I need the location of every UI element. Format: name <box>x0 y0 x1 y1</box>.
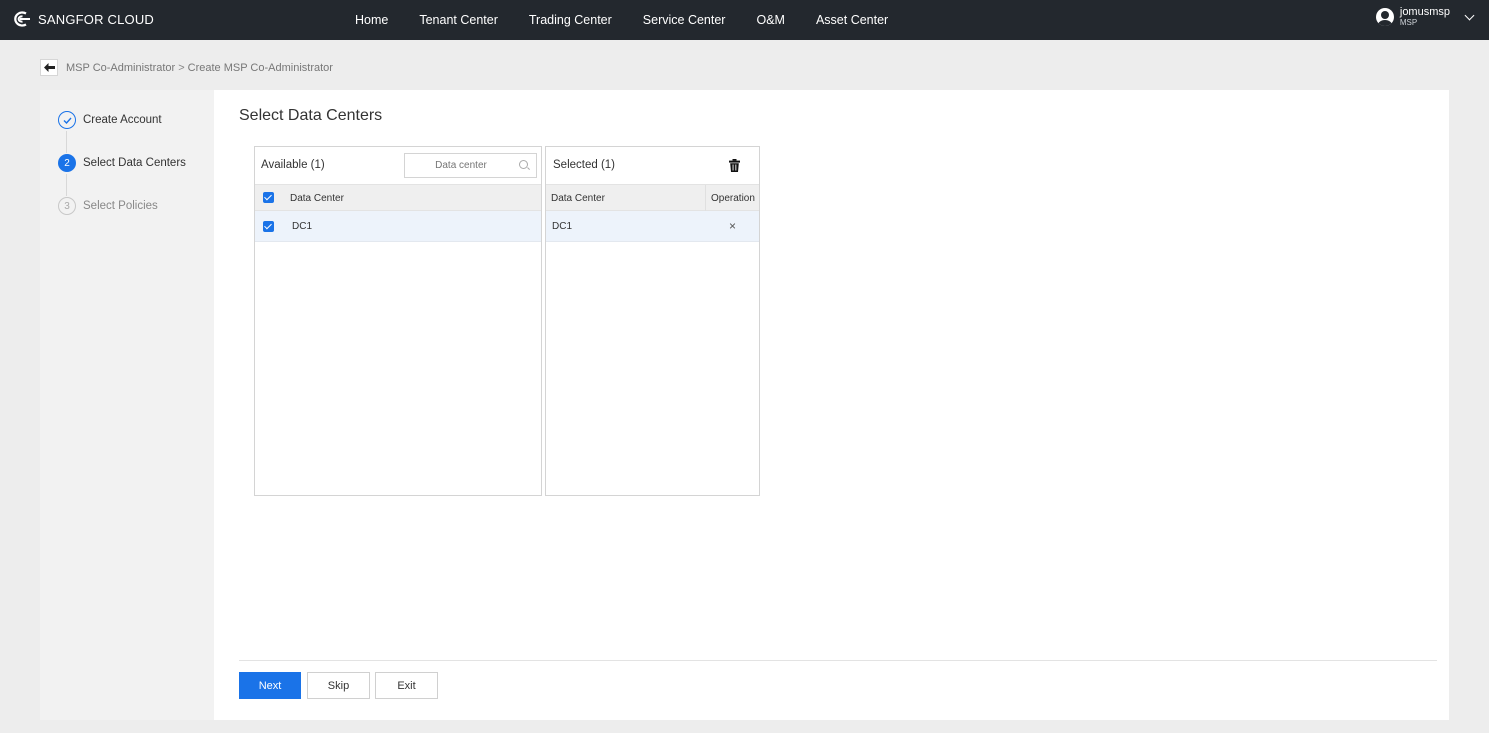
step-connector <box>66 174 67 196</box>
arrow-left-icon <box>43 63 55 72</box>
brand-logo[interactable]: SANGFOR CLOUD <box>10 10 154 28</box>
nav-om[interactable]: O&M <box>756 13 784 27</box>
selected-panel: Selected (1) Data Center Operation DC1 × <box>545 146 760 496</box>
nav-trading-center[interactable]: Trading Center <box>529 13 612 27</box>
user-avatar-icon <box>1375 8 1394 26</box>
main-nav: Home Tenant Center Trading Center Servic… <box>355 0 919 40</box>
step-label: Select Policies <box>83 200 158 212</box>
available-panel-header: Available (1) <box>255 147 541 185</box>
select-all-checkbox[interactable] <box>263 192 274 203</box>
column-header-data-center: Data Center <box>551 193 605 204</box>
step-connector <box>66 131 67 153</box>
next-button[interactable]: Next <box>239 672 301 699</box>
step-create-account[interactable]: Create Account <box>58 111 162 129</box>
trash-icon[interactable] <box>729 159 740 172</box>
step-number: 2 <box>58 154 76 172</box>
column-header-data-center: Data Center <box>290 193 344 204</box>
top-navigation-bar: SANGFOR CLOUD Home Tenant Center Trading… <box>0 0 1489 40</box>
data-center-name: DC1 <box>292 221 313 232</box>
column-header-operation: Operation <box>711 193 755 204</box>
wizard-steps: Create Account 2 Select Data Centers 3 S… <box>40 90 214 720</box>
chevron-down-icon[interactable] <box>1464 10 1475 20</box>
user-menu[interactable]: jomusmsp MSP <box>1375 6 1475 27</box>
selected-panel-header: Selected (1) <box>546 147 759 185</box>
row-checkbox[interactable] <box>263 221 274 232</box>
available-table-header: Data Center <box>255 185 541 211</box>
breadcrumb-separator: > <box>178 61 185 74</box>
data-center-search-input[interactable] <box>411 154 511 177</box>
step-select-policies[interactable]: 3 Select Policies <box>58 197 158 215</box>
step-label: Create Account <box>83 114 162 126</box>
selected-table-header: Data Center Operation <box>546 185 759 211</box>
skip-button[interactable]: Skip <box>307 672 370 699</box>
nav-asset-center[interactable]: Asset Center <box>816 13 888 27</box>
sangfor-logo-icon <box>14 11 30 27</box>
user-name: jomusmsp <box>1399 6 1450 18</box>
table-row[interactable]: DC1 <box>255 211 541 242</box>
step-number: 3 <box>58 197 76 215</box>
breadcrumb-parent[interactable]: MSP Co-Administrator <box>66 62 175 74</box>
available-title: Available (1) <box>261 159 325 171</box>
breadcrumb: MSP Co-Administrator > Create MSP Co-Adm… <box>40 59 333 76</box>
column-divider <box>705 185 706 211</box>
back-button[interactable] <box>40 59 58 76</box>
nav-home[interactable]: Home <box>355 13 388 27</box>
search-icon[interactable] <box>519 160 528 169</box>
selected-title: Selected (1) <box>553 159 616 171</box>
data-center-name: DC1 <box>552 221 573 232</box>
breadcrumb-current: Create MSP Co-Administrator <box>187 61 333 74</box>
nav-tenant-center[interactable]: Tenant Center <box>419 13 498 27</box>
footer-divider <box>239 660 1437 661</box>
search-box <box>404 153 537 178</box>
check-icon <box>58 111 76 129</box>
exit-button[interactable]: Exit <box>375 672 438 699</box>
table-row: DC1 × <box>546 211 759 242</box>
close-icon[interactable]: × <box>729 219 736 233</box>
nav-service-center[interactable]: Service Center <box>643 13 726 27</box>
user-role: MSP <box>1399 18 1418 27</box>
wizard-card: Create Account 2 Select Data Centers 3 S… <box>40 90 1449 720</box>
step-label: Select Data Centers <box>83 157 186 169</box>
step-select-data-centers[interactable]: 2 Select Data Centers <box>58 154 186 172</box>
brand-name: SANGFOR CLOUD <box>38 11 155 27</box>
section-title: Select Data Centers <box>239 107 383 124</box>
available-panel: Available (1) Data Center DC1 <box>254 146 542 496</box>
